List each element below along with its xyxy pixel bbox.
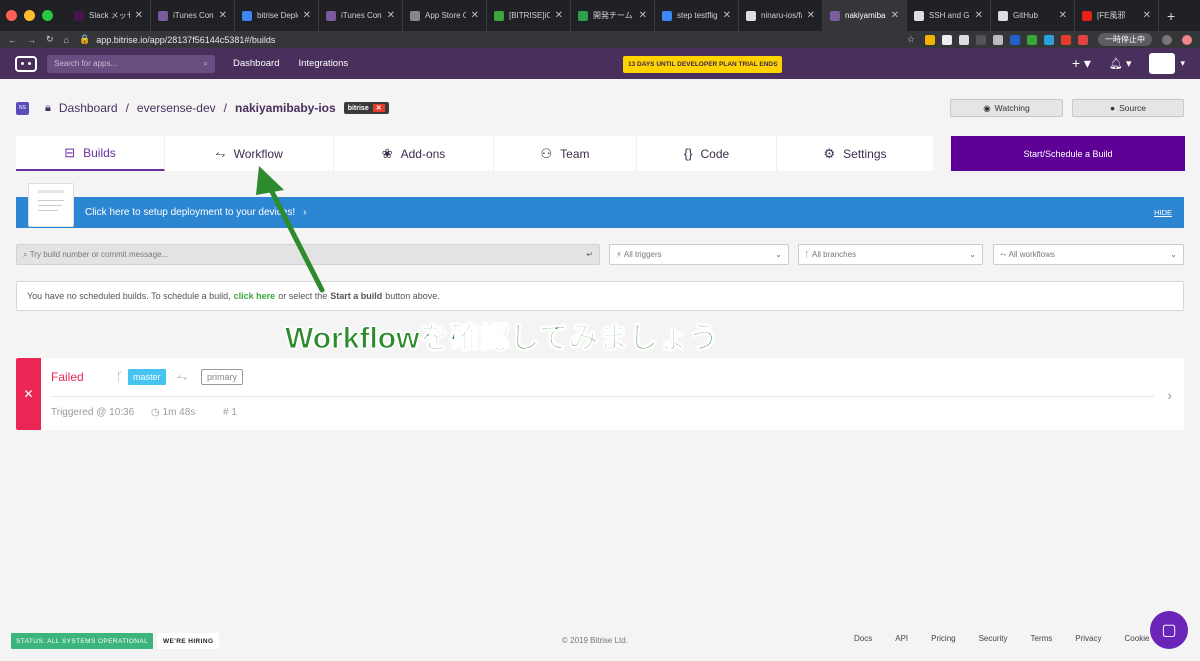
footer-link-security[interactable]: Security [979,634,1008,643]
build-row[interactable]: ✕ Failed ᚴ master ⥊ primary Triggered @ … [16,358,1184,430]
footer-link-terms[interactable]: Terms [1031,634,1053,643]
footer-link-api[interactable]: API [895,634,908,643]
annotation-text: Workflowを確認してみましょう [285,322,720,356]
workflow-badge: primary [201,369,244,385]
failed-status-icon: ✕ [16,358,41,430]
hiring-badge[interactable]: WE'RE HIRING [157,633,220,649]
branch-icon: ᚴ [116,370,124,384]
branch-badge: master [128,369,166,385]
footer-link-pricing[interactable]: Pricing [931,634,955,643]
duration-value: 1m 48s [162,407,196,418]
footer-link-privacy[interactable]: Privacy [1075,634,1101,643]
footer-link-docs[interactable]: Docs [854,634,872,643]
divider [51,396,1154,397]
clock-icon: ◷ [151,407,160,418]
build-number: # 1 [223,407,237,418]
status-badge[interactable]: STATUS: ALL SYSTEMS OPERATIONAL [11,633,154,649]
footer-link-cookie[interactable]: Cookie [1125,634,1150,643]
chat-icon[interactable]: ▢ [1150,611,1188,649]
copyright: © 2019 Bitrise Ltd. [562,636,628,645]
build-status: Failed [51,370,84,384]
chevron-right-icon[interactable]: › [1167,387,1172,403]
workflow-icon: ⥊ [177,369,188,384]
footer-links: Docs API Pricing Security Terms Privacy … [854,634,1149,643]
build-duration: ◷ 1m 48s [151,407,195,418]
triggered-time: Triggered @ 10:36 [51,407,135,418]
